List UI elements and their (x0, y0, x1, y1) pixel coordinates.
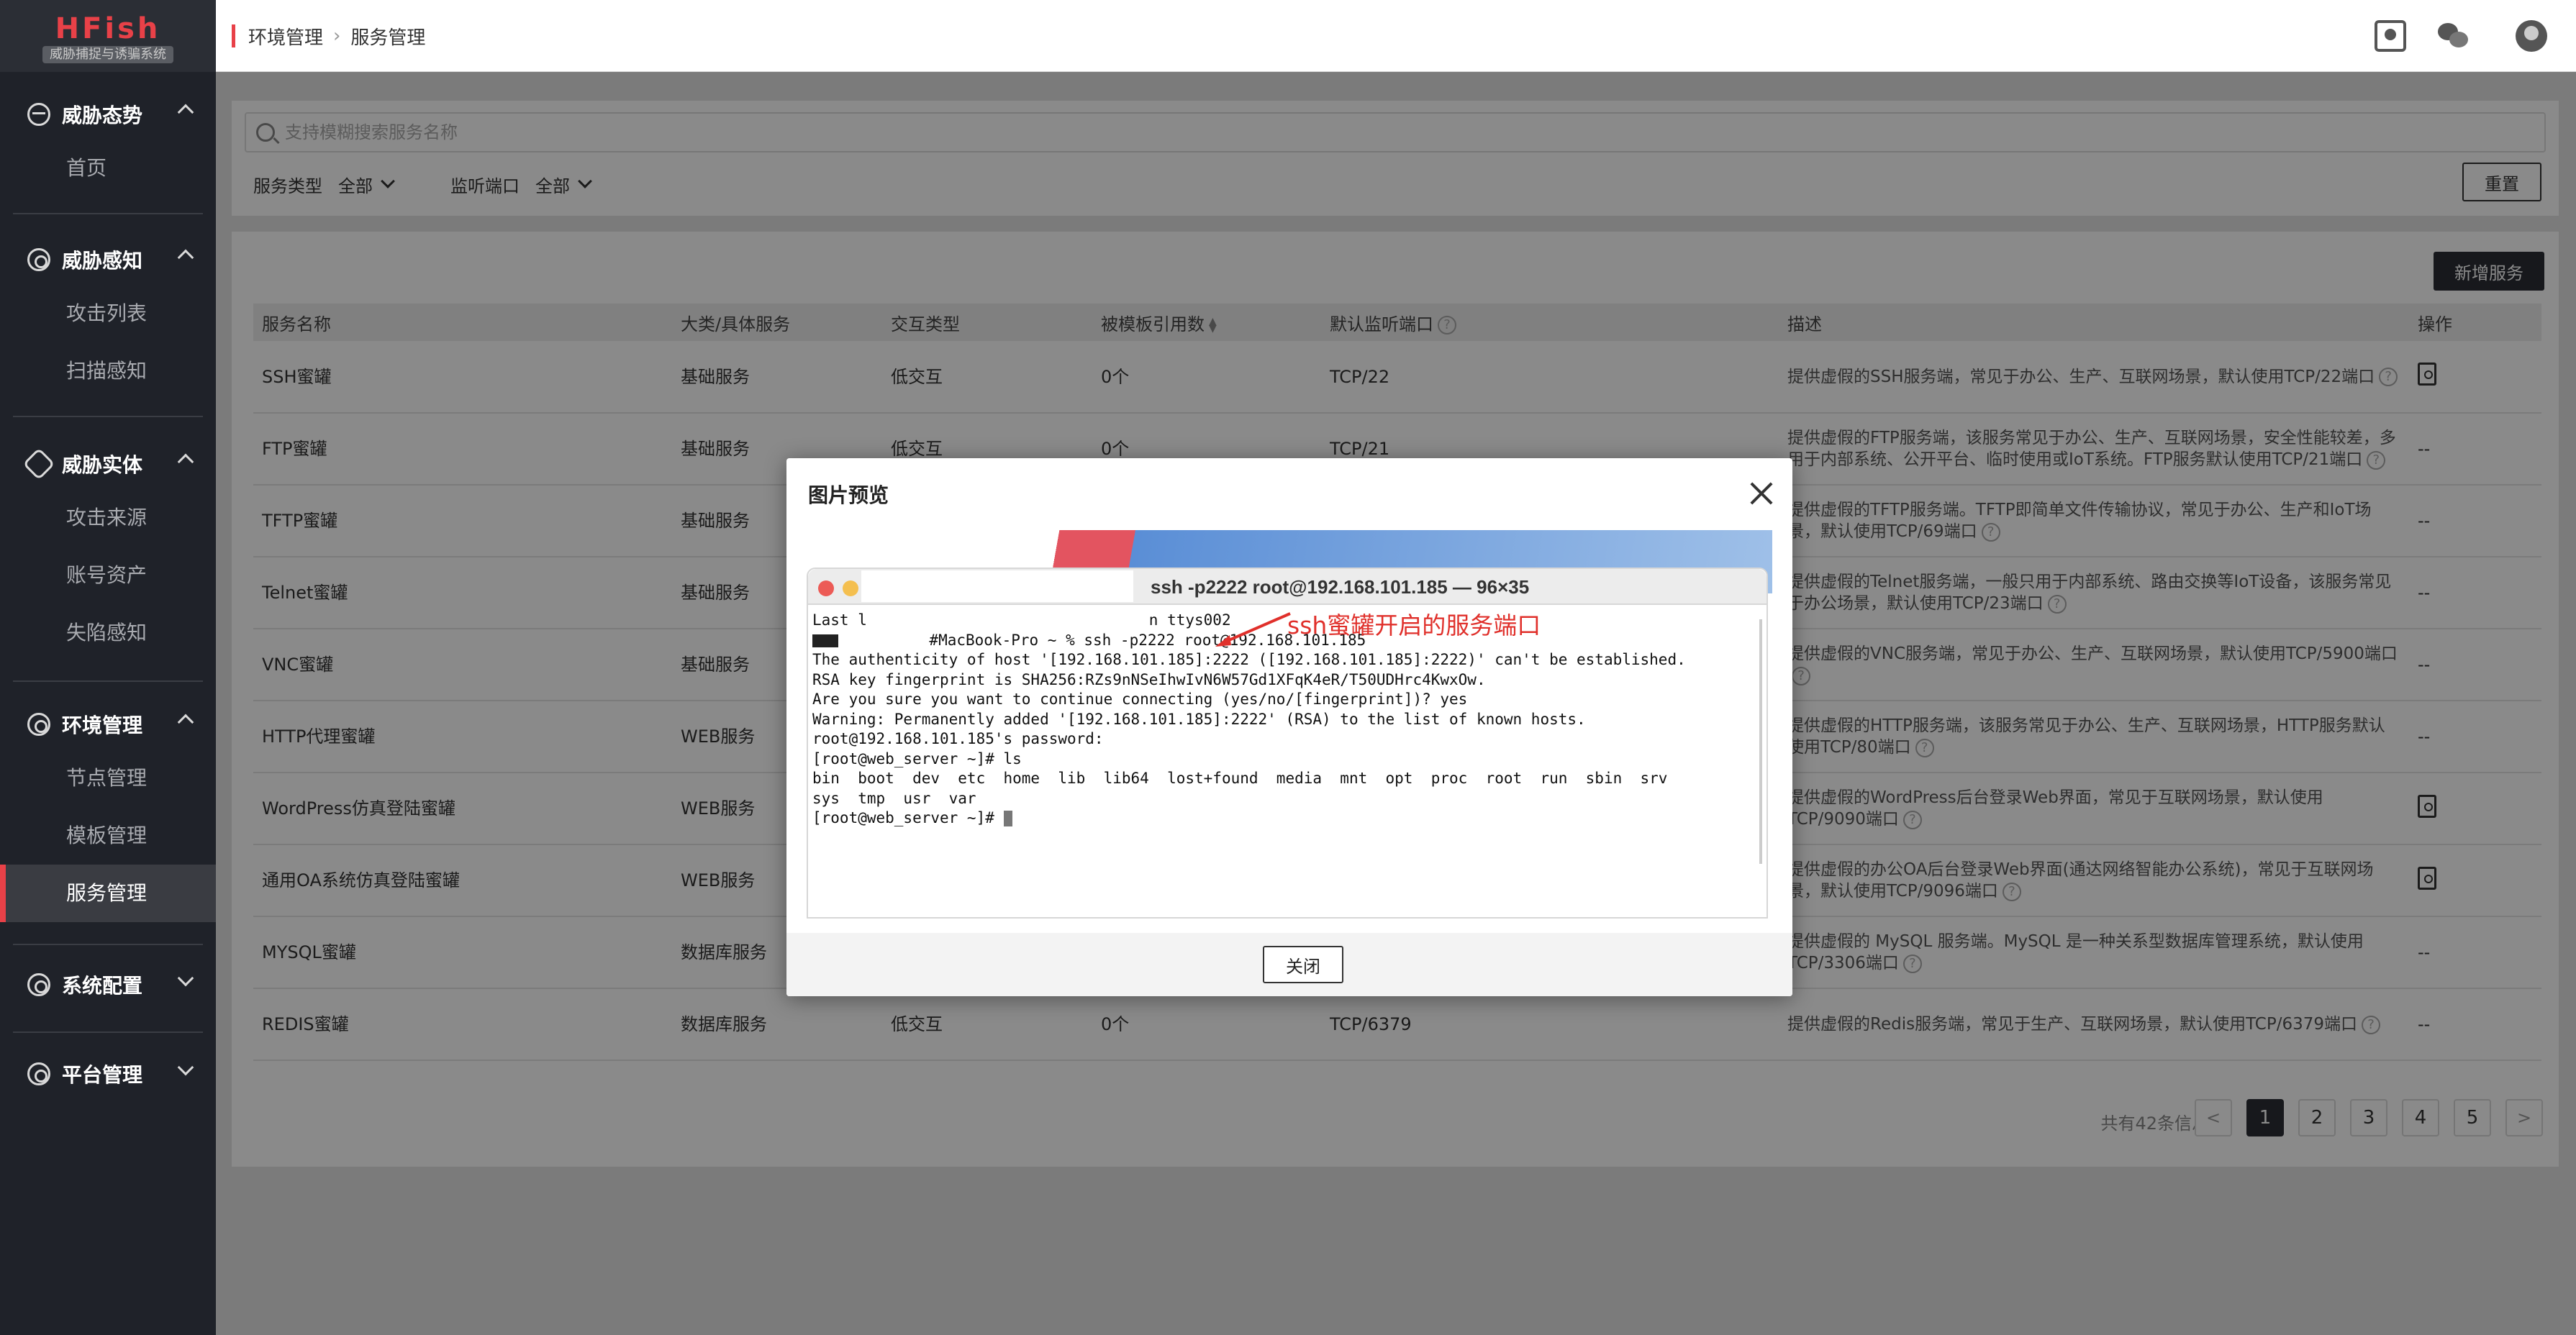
chevron-right-icon: › (333, 25, 341, 47)
modal-title: 图片预览 (808, 483, 889, 507)
sidebar-item-template-management[interactable]: 模板管理 (0, 807, 216, 865)
image-preview-modal: 图片预览 ssh -p2222 root@192.168.101.185 — 9… (786, 458, 1792, 996)
terminal-scrollbar (1759, 619, 1762, 864)
radar-icon (27, 248, 50, 271)
chevron-down-icon (177, 1059, 194, 1076)
nav-group-threat-situation[interactable]: 威胁态势 (0, 96, 216, 132)
terminal-title: ssh -p2222 root@192.168.101.185 — 96×35 (1151, 576, 1530, 598)
terminal-line-text: [root@web_server ~]# ls (812, 749, 1022, 767)
redacted-block (825, 634, 838, 647)
logo-name: HFish (55, 12, 161, 45)
annotation-arrow-icon (1215, 612, 1291, 647)
chevron-down-icon (177, 970, 194, 987)
breadcrumb-accent (232, 24, 235, 47)
logo-subtitle: 威胁捕捉与诱骗系统 (42, 46, 173, 63)
breadcrumb-item-current: 服务管理 (350, 27, 426, 49)
terminal-line: root@192.168.101.185's password: (812, 729, 1755, 749)
terminal-line: The authenticity of host '[192.168.101.1… (812, 650, 1755, 670)
terminal-line-text: Are you sure you want to continue connec… (812, 691, 1468, 708)
sidebar-item-account-assets[interactable]: 账号资产 (0, 547, 216, 604)
redacted-block (812, 634, 825, 647)
annotation-label: ssh蜜罐开启的服务端口 (1287, 611, 1541, 639)
terminal-output: Last l n ttys002 #MacBook-Pro ~ % ssh -p… (812, 611, 1755, 913)
terminal-line: [root@web_server ~]# ls (812, 749, 1755, 770)
nav-group-label: 威胁实体 (62, 453, 143, 477)
divider (13, 1031, 203, 1033)
platform-icon (27, 1062, 50, 1085)
chevron-up-icon (177, 104, 194, 121)
logo[interactable]: HFish 威胁捕捉与诱骗系统 (0, 0, 216, 72)
sidebar-item-service-management[interactable]: 服务管理 (0, 865, 216, 922)
sidebar-item-attack-list[interactable]: 攻击列表 (0, 285, 216, 342)
divider (13, 213, 203, 214)
sidebar-item-home[interactable]: 首页 (0, 140, 216, 197)
terminal-line-text: sys tmp usr var (812, 789, 976, 807)
redacted-area (861, 570, 1133, 602)
nav-group-system-config[interactable]: 系统配置 (0, 967, 216, 1003)
top-bar: 环境管理 › 服务管理 (216, 0, 2576, 72)
nav-group-environment[interactable]: 环境管理 (0, 706, 216, 742)
chevron-up-icon (177, 249, 194, 266)
sidebar-item-node-management[interactable]: 节点管理 (0, 749, 216, 807)
pulse-icon (27, 103, 50, 126)
terminal-line: Warning: Permanently added '[192.168.101… (812, 710, 1755, 730)
terminal-line-text: Last l n ttys002 (812, 611, 1231, 629)
divider (13, 680, 203, 682)
terminal-line: sys tmp usr var (812, 789, 1755, 809)
terminal-line: Are you sure you want to continue connec… (812, 690, 1755, 710)
nav-group-label: 威胁感知 (62, 249, 143, 273)
user-avatar-icon[interactable] (2516, 20, 2547, 52)
sidebar-item-attack-source[interactable]: 攻击来源 (0, 489, 216, 547)
terminal-line-text: root@192.168.101.185's password: (812, 730, 1104, 747)
window-close-dot (818, 580, 834, 596)
window-minimize-dot (843, 580, 858, 596)
chevron-up-icon (177, 453, 194, 470)
preview-image: ssh -p2222 root@192.168.101.185 — 96×35 … (807, 530, 1772, 919)
terminal-line-text: The authenticity of host '[192.168.101.1… (812, 651, 1686, 668)
nav-group-platform[interactable]: 平台管理 (0, 1056, 216, 1092)
nav-group-label: 威胁态势 (62, 104, 143, 127)
terminal-line-text: RSA key fingerprint is SHA256:RZs9nNSeIh… (812, 670, 1486, 688)
wechat-icon[interactable] (2438, 20, 2470, 52)
close-icon[interactable] (1749, 481, 1774, 506)
nav-group-label: 平台管理 (62, 1063, 143, 1087)
sidebar-item-compromise[interactable]: 失陷感知 (0, 604, 216, 662)
nav-group-label: 系统配置 (62, 974, 143, 998)
nav-group-threat-perception[interactable]: 威胁感知 (0, 242, 216, 278)
terminal-line: RSA key fingerprint is SHA256:RZs9nNSeIh… (812, 670, 1755, 691)
terminal-line: [root@web_server ~]# (812, 808, 1755, 829)
terminal-cursor (1003, 811, 1012, 826)
sidebar-item-scan-perception[interactable]: 扫描感知 (0, 342, 216, 400)
terminal-line: bin boot dev etc home lib lib64 lost+fou… (812, 769, 1755, 789)
chevron-up-icon (177, 714, 194, 731)
breadcrumb-item[interactable]: 环境管理 (248, 23, 323, 50)
divider (13, 416, 203, 417)
terminal-titlebar: ssh -p2222 root@192.168.101.185 — 96×35 (808, 569, 1767, 605)
breadcrumb: 环境管理 › 服务管理 (232, 22, 425, 50)
environment-icon (27, 713, 50, 736)
entity-icon (22, 447, 55, 480)
nav-group-threat-entity[interactable]: 威胁实体 (0, 446, 216, 482)
close-button[interactable]: 关闭 (1263, 946, 1343, 983)
divider (13, 944, 203, 945)
terminal-line-text: bin boot dev etc home lib lib64 lost+fou… (812, 770, 1668, 787)
nav-group-label: 环境管理 (62, 714, 143, 737)
sidebar: HFish 威胁捕捉与诱骗系统 威胁态势 首页 威胁感知 攻击列表 扫描感知 威… (0, 0, 216, 1335)
terminal-line-text: Warning: Permanently added '[192.168.101… (812, 710, 1586, 728)
settings-icon (27, 973, 50, 996)
terminal-line-text: [root@web_server ~]# (812, 809, 1004, 826)
modal-footer: 关闭 (786, 933, 1792, 996)
docs-icon[interactable] (2375, 20, 2406, 52)
